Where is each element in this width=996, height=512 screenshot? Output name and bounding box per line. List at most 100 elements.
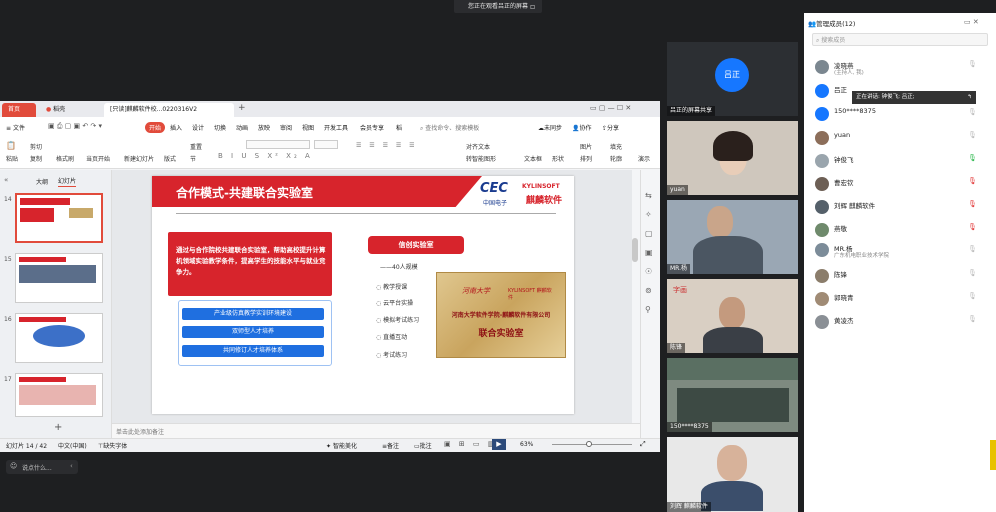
mic-icon[interactable]: 🎙 (968, 131, 977, 139)
slide-thumbnail-17[interactable] (15, 373, 103, 417)
outline-button[interactable]: 轮廓 (610, 154, 622, 163)
menu-insert[interactable]: 插入 (170, 123, 182, 132)
back-icon[interactable]: ↰ (967, 91, 972, 104)
mic-muted-icon[interactable]: 🎙 (968, 177, 977, 185)
title-divider (176, 213, 556, 214)
sync-status[interactable]: ☁未同步 (538, 123, 562, 132)
section-button[interactable]: 节 (190, 154, 196, 163)
textbox-button[interactable]: 文本框 (524, 154, 542, 163)
member-role: (主持人, 我) (834, 70, 864, 76)
video-tile-150-8375[interactable]: 150****8375 (667, 358, 798, 432)
fill-button[interactable]: 填充 (610, 142, 622, 151)
add-slide-icon[interactable]: + (54, 422, 62, 433)
mic-muted-icon[interactable]: 🎙 (968, 223, 977, 231)
lab-item-label: 云平台实操 (383, 300, 414, 307)
format-painter-button[interactable]: 格式刷 (56, 154, 74, 163)
tab-outline[interactable]: 大纲 (36, 177, 48, 186)
side-handle[interactable] (990, 440, 996, 470)
view-mode-icons[interactable]: ▣ ⊞ ▭ ▥ (444, 440, 497, 448)
body-shape (693, 236, 763, 274)
menu-animation[interactable]: 动画 (236, 123, 248, 132)
search-icon: ⌕ (816, 37, 820, 44)
share-button[interactable]: ⇪分享 (602, 123, 619, 132)
video-tile-yuan[interactable]: yuan (667, 121, 798, 195)
comments-toggle[interactable]: ▭批注 (414, 441, 432, 450)
menu-slideshow[interactable]: 放映 (258, 123, 270, 132)
copy-button[interactable]: 复制 (30, 154, 42, 163)
tab-document[interactable]: [只读]麒麟软件校...0220316V2 (104, 103, 234, 117)
video-label: yuan (667, 185, 688, 195)
dot-icon: ◌ (376, 352, 382, 359)
video-tile-chen-feng[interactable]: 字画 陈锋 (667, 279, 798, 353)
menu-transition[interactable]: 切换 (214, 123, 226, 132)
video-tile-mr-yang[interactable]: MR.杨 (667, 200, 798, 274)
fit-window-icon[interactable]: ⤢ (640, 440, 646, 449)
align-text-button[interactable]: 对齐文本 (466, 142, 490, 151)
menu-member[interactable]: 会员专享 (360, 123, 384, 132)
play-icon[interactable]: ▶ (492, 439, 506, 450)
menu-home[interactable]: 开始 (145, 122, 166, 133)
slide-thumbnail-15[interactable] (15, 253, 103, 303)
arrange-button[interactable]: 排列 (580, 154, 592, 163)
mic-icon[interactable]: 🎙 (968, 245, 977, 253)
window-controls[interactable]: ▭ ▢ — ☐ ✕ (590, 104, 631, 112)
canvas-scrollbar[interactable] (632, 238, 638, 262)
speaking-tooltip: 正在讲话: 钟俊飞; 吕正; ↰ (852, 91, 976, 104)
menu-design[interactable]: 设计 (192, 123, 204, 132)
paste-button[interactable]: 粘贴 (6, 154, 18, 163)
paragraph-icons[interactable]: ☰ ☰ ☰ ☰ ☰ (356, 142, 418, 149)
menu-developer[interactable]: 开发工具 (324, 123, 348, 132)
zoom-slider-handle[interactable] (586, 441, 592, 447)
command-search[interactable]: ⌕ 查找命令、搜索模板 (420, 123, 479, 133)
menu-file[interactable]: ≡ 文件 (6, 123, 25, 132)
layout-button[interactable]: 版式 (164, 154, 176, 163)
classroom-wall (667, 358, 798, 380)
slide-thumbnail-16[interactable] (15, 313, 103, 363)
member-name: 黄凌杰 (834, 317, 854, 325)
shape-button[interactable]: 形状 (552, 154, 564, 163)
mic-icon[interactable]: 🎙 (968, 108, 977, 116)
video-tile-liu-hui[interactable]: 刘辉 麒麟软件 (667, 437, 798, 512)
reset-button[interactable]: 重置 (190, 142, 202, 151)
menu-view[interactable]: 视图 (302, 123, 314, 132)
side-tool-icons[interactable]: ⇆ ✧ ▢ ▣ ☉ ⊚ ⚲ (645, 186, 657, 319)
font-name-select[interactable] (246, 140, 310, 149)
mic-icon[interactable]: 🎙 (968, 315, 977, 323)
new-slide-button[interactable]: 新建幻灯片 (124, 154, 154, 163)
play-from-current-button[interactable]: 当页开始 (86, 154, 110, 163)
paste-icon[interactable]: 📋 (6, 141, 16, 150)
language-status[interactable]: 中文(中国) (58, 441, 87, 450)
font-size-select[interactable] (314, 140, 338, 149)
video-tile-screen-share[interactable]: 吕正 吕正的屏幕共享 (667, 42, 798, 116)
notes-area[interactable]: 单击此处添加备注 (112, 423, 640, 438)
smart-beautify-button[interactable]: ✦ 智能美化 (326, 441, 357, 450)
mic-icon[interactable]: 🎙 (968, 292, 977, 300)
smart-art-button[interactable]: 转智能图形 (466, 154, 496, 163)
new-tab-icon[interactable]: + (238, 103, 246, 113)
collaborate-button[interactable]: 👤协作 (572, 123, 592, 132)
chat-expand-icon[interactable]: ‹ (70, 462, 73, 470)
sparkle-icon: ✦ (326, 443, 332, 450)
tab-home[interactable]: 首页 (2, 103, 36, 117)
zoom-slider[interactable] (552, 444, 632, 445)
cut-button[interactable]: 剪切 (30, 142, 42, 151)
mic-icon[interactable]: 🎙 (968, 269, 977, 277)
zoom-level[interactable]: 63% (520, 441, 533, 448)
picture-button[interactable]: 图片 (580, 142, 592, 151)
present-button[interactable]: 演示 (638, 154, 650, 163)
quick-access-icons[interactable]: ▣ ⎙ ▢ ▣ ↶ ↷ ▾ (48, 122, 102, 131)
mic-icon[interactable]: 🎙 (968, 60, 977, 68)
mic-active-icon[interactable]: 🎙 (968, 154, 977, 162)
tab-slides[interactable]: 幻灯片 (58, 176, 77, 187)
notes-toggle[interactable]: ≡备注 (382, 441, 399, 450)
font-format-icons[interactable]: B I U S X² X₂ A (218, 152, 313, 160)
missing-font-status[interactable]: ⊤缺失字体 (98, 441, 127, 450)
slide-thumbnail-14[interactable] (15, 193, 103, 243)
mic-muted-icon[interactable]: 🎙 (968, 200, 977, 208)
banner-close-icon[interactable]: ▫ (530, 2, 535, 11)
menu-more[interactable]: 稻 (396, 123, 402, 132)
panel-controls[interactable]: ▭ ✕ (964, 18, 979, 26)
collapse-pane-icon[interactable]: « (4, 176, 8, 184)
menu-review[interactable]: 审阅 (280, 123, 292, 132)
tab-docer[interactable]: ● 稻壳 (40, 103, 102, 117)
